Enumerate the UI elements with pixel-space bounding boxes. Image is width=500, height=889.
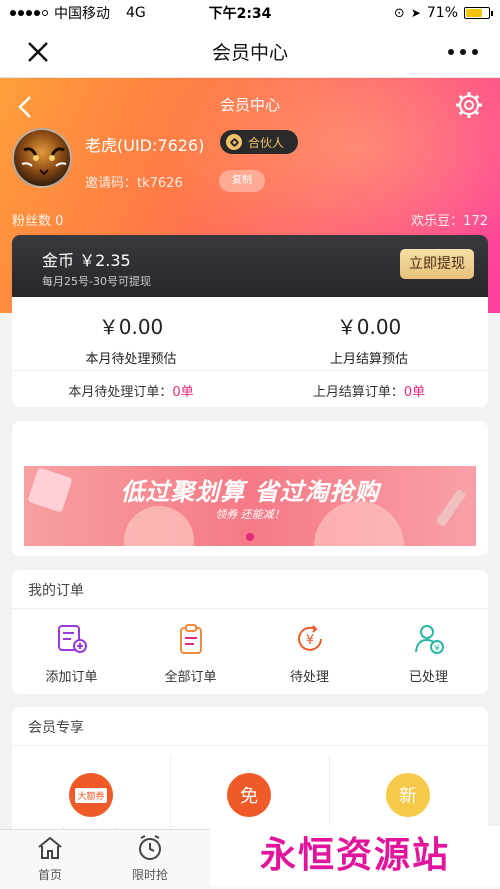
status-bar: 中国移动 4G 下午2:34 ⊙ ➤ 71% [0,0,500,26]
user-yen-icon: ¥ [414,625,444,654]
more-icon[interactable] [448,38,478,66]
tab-flash-sale-label: 限时抢 [131,868,168,882]
order-add-label: 添加订单 [45,670,98,685]
tab-flash-sale[interactable]: 限时抢 [110,834,190,883]
order-pending-label: 待处理 [289,670,329,685]
header-title: 会员中心 [219,96,280,114]
free-icon[interactable]: 免 [227,773,271,817]
add-order-icon [57,625,87,653]
member-exclusive-card: 会员专享 大额券 大额优惠券 免 新 [12,707,488,837]
my-orders-card: 我的订单 添加订单 全部订单 ¥ 待处理 ¥ 已处理 [12,570,488,694]
withdraw-button[interactable]: 立即提现 [400,249,474,279]
battery-percent: 71% [426,5,458,21]
signal-icon [10,10,48,16]
gold-coin-card: 金币 ￥2.35 每月25号-30号可提现 立即提现 [12,235,488,297]
new-icon[interactable]: 新 [386,773,430,817]
coupon-icon[interactable]: 大额券 [69,773,113,817]
this-month-estimate-value: ￥0.00 [98,315,164,339]
tiger-avatar-image [21,147,67,176]
battery-icon [464,7,493,19]
home-icon [38,836,62,859]
last-month-orders[interactable]: 上月结算订单：0单 [250,381,488,400]
yen-pending-icon: ¥ [297,625,322,651]
member-exclusive-title: 会员专享 [28,720,84,736]
banner-headline: 低过聚划算 省过淘抢购 [120,478,380,506]
this-month-estimate[interactable]: ￥0.00 本月待处理预估 [12,311,250,367]
this-month-orders[interactable]: 本月待处理订单：0单 [12,381,250,400]
rotation-lock-icon: ⊙ [393,5,405,21]
gold-coin-balance: 金币 ￥2.35 [42,251,131,270]
copy-button[interactable]: 复制 [219,170,265,192]
invite-code: 邀请码：tk7626 [85,176,183,191]
partner-badge: 合伙人 [220,130,299,154]
gear-icon[interactable] [454,90,484,120]
network-label: 4G [126,5,146,21]
earnings-estimate-card: ￥0.00 本月待处理预估 ￥0.00 上月结算预估 本月待处理订单：0单 上月… [12,297,488,407]
last-month-estimate-value: ￥0.00 [336,315,402,339]
beans-count: 欢乐豆：172 [411,214,488,229]
order-done-label: 已处理 [408,670,448,685]
carousel-indicator[interactable] [246,533,254,541]
nav-title: 会员中心 [211,42,288,64]
svg-text:¥: ¥ [305,633,313,648]
clipboard-icon [179,624,202,654]
carrier-label: 中国移动 [54,6,110,22]
close-icon[interactable] [24,38,52,66]
last-month-orders-value: 0单 [403,385,426,400]
partner-badge-label: 合伙人 [248,135,285,150]
banner-subtext: 领券 还能减！ [215,508,285,521]
location-arrow-icon: ➤ [410,6,421,20]
order-pending[interactable]: ¥ 待处理 [250,622,369,685]
username: 老虎(UID:7626) [85,136,205,155]
svg-text:¥: ¥ [434,644,440,654]
tab-home-label: 首页 [37,868,62,882]
avatar[interactable] [12,128,72,188]
clock-icon [139,835,161,860]
last-month-orders-label: 上月结算订单： [312,385,404,400]
this-month-orders-value: 0单 [172,385,194,400]
partner-badge-icon [226,134,242,150]
nav-bar: 会员中心 [0,26,500,78]
order-all-label: 全部订单 [164,670,217,685]
withdraw-window-note: 每月25号-30号可提现 [42,275,151,288]
this-month-orders-label: 本月待处理订单： [68,385,173,400]
this-month-estimate-caption: 本月待处理预估 [85,352,177,367]
order-done[interactable]: ¥ 已处理 [369,622,488,685]
fans-count: 粉丝数 0 [12,214,64,229]
order-all[interactable]: 全部订单 [131,622,250,685]
watermark: 永恒资源站 [210,826,500,886]
clock: 下午2:34 [208,6,272,22]
my-orders-title: 我的订单 [28,583,84,599]
promo-banner[interactable]: 低过聚划算 省过淘抢购 领券 还能减！ [24,466,476,546]
last-month-estimate-caption: 上月结算预估 [329,352,408,367]
promo-banner-card: 低过聚划算 省过淘抢购 领券 还能减！ [12,421,488,556]
tab-home[interactable]: 首页 [10,834,90,883]
divider [12,370,488,371]
order-add[interactable]: 添加订单 [12,622,131,685]
last-month-estimate[interactable]: ￥0.00 上月结算预估 [250,311,488,367]
